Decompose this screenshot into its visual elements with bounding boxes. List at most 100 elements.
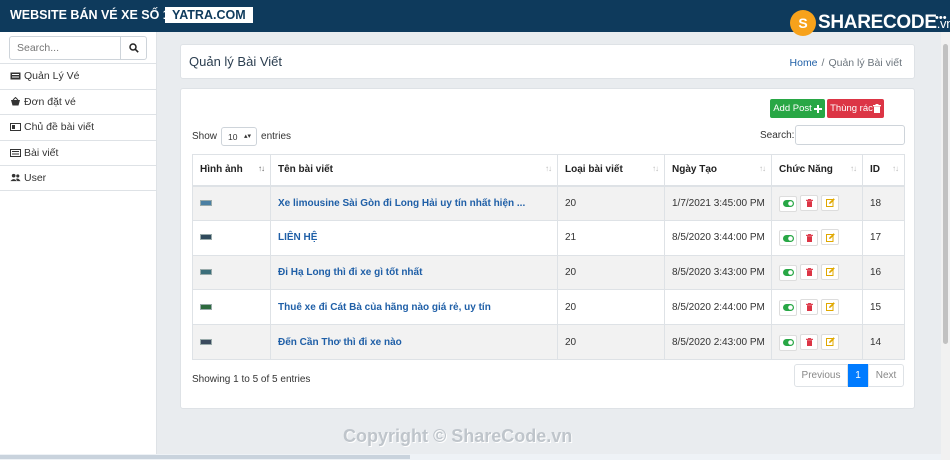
cell-id: 17 <box>862 219 905 256</box>
post-title-link[interactable]: Đến Cần Thơ thì đi xe nào <box>278 337 402 348</box>
col-actions[interactable]: Chức Năng ↑↓ <box>771 154 863 187</box>
table-search-label: Search: <box>760 130 795 141</box>
more-dots-icon[interactable]: ••• <box>935 12 947 24</box>
sidebar-search-input[interactable] <box>10 37 120 59</box>
toggle-button[interactable] <box>779 195 797 212</box>
trash-label: Thùng rác <box>830 103 873 114</box>
post-thumbnail[interactable] <box>200 338 212 345</box>
page-header: Quản lý Bài Viết Home / Quản lý Bài viết <box>180 44 915 79</box>
post-title-link[interactable]: LIÊN HỆ <box>278 232 317 243</box>
sidebar-item-articles[interactable]: Bài viết <box>0 139 157 166</box>
users-icon <box>10 173 21 182</box>
scrollbar-thumb[interactable] <box>0 455 410 459</box>
cell-date: 8/5/2020 3:44:00 PM <box>664 219 772 256</box>
cell-date: 8/5/2020 2:44:00 PM <box>664 289 772 326</box>
cell-title: Đi Hạ Long thì đi xe gì tốt nhất <box>270 254 558 291</box>
entries-select-value: 10 <box>228 131 238 142</box>
table-header-row: Hình ảnh ↑↓ Tên bài viết ↑↓ Loại bài viết ↑… <box>192 154 905 187</box>
brand-site-badge[interactable]: YATRA.COM <box>165 7 253 23</box>
post-thumbnail[interactable] <box>200 234 212 241</box>
cell-date: 8/5/2020 2:43:00 PM <box>664 324 772 360</box>
table-row: Thuê xe đi Cát Bà của hãng nào giá rẻ, u… <box>192 289 905 326</box>
brand-title[interactable]: WEBSITE BÁN VÉ XE SỐ 1 <box>10 8 170 22</box>
post-thumbnail[interactable] <box>200 268 212 275</box>
breadcrumb-current: Quản lý Bài viết <box>828 57 902 69</box>
horizontal-scrollbar[interactable] <box>0 454 941 460</box>
table-info: Showing 1 to 5 of 5 entries <box>192 374 311 385</box>
cell-type: 20 <box>557 254 665 291</box>
sidebar-item-label: Bài viết <box>24 146 59 159</box>
trash-icon <box>805 303 813 312</box>
sort-icon: ↑↓ <box>759 164 766 173</box>
edit-button[interactable] <box>821 229 839 246</box>
cell-id: 18 <box>862 185 905 221</box>
col-label: Hình ảnh <box>200 164 243 176</box>
col-image[interactable]: Hình ảnh ↑↓ <box>192 154 271 187</box>
sidebar-item-label: Quản Lý Vé <box>24 70 80 83</box>
search-button[interactable] <box>120 37 146 59</box>
edit-button[interactable] <box>821 194 839 211</box>
add-post-button[interactable]: Add Post <box>770 99 825 118</box>
cell-type: 20 <box>557 185 665 221</box>
col-label: ID <box>870 164 880 176</box>
table-row: Xe limousine Sài Gòn đi Long Hải uy tín … <box>192 185 905 221</box>
delete-button[interactable] <box>800 334 818 351</box>
sidebar: Quản Lý Vé Đơn đặt vé Chủ đề bài viết Bà… <box>0 32 157 460</box>
sidebar-search <box>9 36 147 60</box>
cell-id: 16 <box>862 254 905 291</box>
toggle-button[interactable] <box>779 230 797 247</box>
page-1-button[interactable]: 1 <box>848 364 868 387</box>
post-title-link[interactable]: Xe limousine Sài Gòn đi Long Hải uy tín … <box>278 198 525 209</box>
breadcrumb-home[interactable]: Home <box>790 57 818 69</box>
col-id[interactable]: ID ↑↓ <box>862 154 905 187</box>
edit-icon <box>825 302 835 312</box>
table-row: LIÊN HỆ 21 8/5/2020 3:44:00 PM 17 <box>192 219 905 256</box>
edit-icon <box>825 337 835 347</box>
cell-type: 20 <box>557 324 665 360</box>
logo-text-main: SHARECODE <box>818 12 937 33</box>
cell-title: Xe limousine Sài Gòn đi Long Hải uy tín … <box>270 185 558 221</box>
toggle-button[interactable] <box>779 299 797 316</box>
delete-button[interactable] <box>800 195 818 212</box>
toggle-button[interactable] <box>779 334 797 351</box>
topic-icon <box>10 123 21 132</box>
cell-title: Thuê xe đi Cát Bà của hãng nào giá rẻ, u… <box>270 289 558 326</box>
page-title: Quản lý Bài Viết <box>189 54 282 69</box>
trash-button[interactable]: Thùng rác <box>827 99 884 118</box>
post-title-link[interactable]: Thuê xe đi Cát Bà của hãng nào giá rẻ, u… <box>278 302 491 313</box>
delete-button[interactable] <box>800 299 818 316</box>
scrollbar-thumb[interactable] <box>943 44 948 344</box>
sidebar-item-label: Chủ đề bài viết <box>24 121 95 134</box>
cell-type: 21 <box>557 219 665 256</box>
delete-button[interactable] <box>800 229 818 246</box>
edit-icon <box>825 198 835 208</box>
vertical-scrollbar[interactable] <box>941 32 950 460</box>
col-type[interactable]: Loại bài viết ↑↓ <box>557 154 665 187</box>
edit-button[interactable] <box>821 298 839 315</box>
sidebar-item-orders[interactable]: Đơn đặt vé <box>0 88 157 115</box>
basket-icon <box>10 97 21 106</box>
post-thumbnail[interactable] <box>200 303 212 310</box>
entries-select[interactable]: 10 ▴▾ <box>221 127 258 146</box>
col-date[interactable]: Ngày Tạo ↑↓ <box>664 154 772 187</box>
sidebar-item-user[interactable]: User <box>0 165 157 191</box>
cell-title: LIÊN HỆ <box>270 219 558 256</box>
previous-page-button[interactable]: Previous <box>794 364 848 387</box>
edit-button[interactable] <box>821 263 839 280</box>
sidebar-item-ticket[interactable]: Quản Lý Vé <box>0 63 157 89</box>
sidebar-item-topics[interactable]: Chủ đề bài viết <box>0 114 157 140</box>
toggle-on-icon <box>782 234 794 242</box>
post-thumbnail[interactable] <box>200 199 212 206</box>
edit-button[interactable] <box>821 333 839 350</box>
next-page-button[interactable]: Next <box>868 364 904 387</box>
posts-table: Hình ảnh ↑↓ Tên bài viết ↑↓ Loại bài viết ↑… <box>192 154 905 360</box>
cell-actions <box>771 185 863 221</box>
post-title-link[interactable]: Đi Hạ Long thì đi xe gì tốt nhất <box>278 267 422 278</box>
col-title[interactable]: Tên bài viết ↑↓ <box>270 154 558 187</box>
sidebar-item-label: User <box>24 171 47 184</box>
trash-icon <box>805 268 813 277</box>
table-search-input[interactable] <box>795 125 905 145</box>
toggle-button[interactable] <box>779 264 797 281</box>
sort-icon: ↑↓ <box>850 164 857 173</box>
delete-button[interactable] <box>800 264 818 281</box>
